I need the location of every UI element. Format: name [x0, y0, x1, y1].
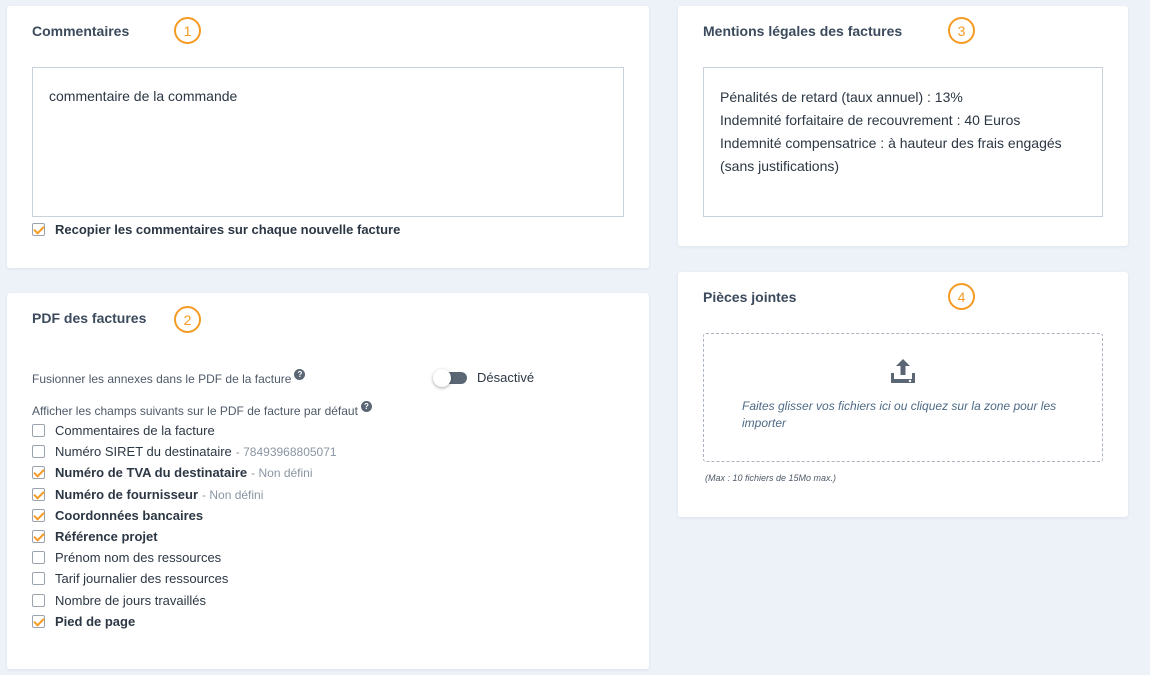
step-badge-4: 4: [948, 283, 975, 310]
pdf-field-checkbox[interactable]: [32, 445, 45, 458]
pdf-field-checkbox[interactable]: [32, 594, 45, 607]
copy-comments-label: Recopier les commentaires sur chaque nou…: [55, 222, 401, 237]
pdf-field-option[interactable]: Coordonnées bancaires: [32, 508, 592, 524]
legal-line: Pénalités de retard (taux annuel) : 13%: [720, 89, 963, 105]
help-icon[interactable]: ?: [294, 369, 306, 380]
pdf-field-label: Pied de page: [55, 614, 135, 629]
pdf-field-label-text: Tarif journalier des ressources: [55, 571, 229, 586]
pdf-field-label-text: Nombre de jours travaillés: [55, 593, 207, 608]
pdf-field-option[interactable]: Nombre de jours travaillés: [32, 593, 592, 609]
file-dropzone[interactable]: Faites glisser vos fichiers ici ou cliqu…: [703, 333, 1103, 462]
display-fields-label: Afficher les champs suivants sur le PDF …: [32, 401, 372, 418]
legal-mentions-title: Mentions légales des factures: [703, 23, 903, 39]
step-badge-2: 2: [174, 306, 201, 333]
dropzone-text-line: importer: [742, 416, 787, 430]
upload-limit-note: (Max : 10 fichiers de 15Mo max.): [705, 473, 837, 483]
dropzone-text: Faites glisser vos fichiers ici ou cliqu…: [742, 398, 1082, 432]
legal-mentions-textarea[interactable]: Pénalités de retard (taux annuel) : 13% …: [703, 67, 1103, 217]
pdf-field-label-text: Commentaires de la facture: [55, 423, 215, 438]
legal-line: (sans justifications): [720, 158, 840, 174]
attachments-card: Pièces jointes 4 Faites glisser vos fich…: [678, 272, 1128, 517]
help-icon[interactable]: ?: [360, 401, 372, 412]
pdf-field-extra: - Non défini: [202, 488, 264, 502]
pdf-field-label-text: Coordonnées bancaires: [55, 508, 204, 523]
pdf-field-checkbox[interactable]: [32, 572, 45, 585]
pdf-field-label-text: Référence projet: [55, 529, 158, 544]
pdf-field-option[interactable]: Tarif journalier des ressources: [32, 571, 592, 587]
pdf-field-label: Numéro de fournisseur - Non défini: [55, 487, 263, 502]
pdf-field-option[interactable]: Numéro SIRET du destinataire - 7849396880…: [32, 444, 592, 460]
merge-annexes-toggle[interactable]: [433, 369, 469, 387]
pdf-field-label: Tarif journalier des ressources: [55, 571, 228, 586]
pdf-field-checkbox[interactable]: [32, 551, 45, 564]
step-badge-3: 3: [948, 17, 975, 44]
pdf-field-option[interactable]: Commentaires de la facture: [32, 423, 592, 439]
pdf-field-option[interactable]: Numéro de TVA du destinataire - Non défin…: [32, 465, 592, 481]
pdf-field-checkbox[interactable]: [32, 424, 45, 437]
upload-icon: [891, 359, 915, 383]
comments-title: Commentaires: [32, 23, 130, 39]
pdf-field-checkbox[interactable]: [32, 615, 45, 628]
legal-mentions-card: Mentions légales des factures 3 Pénalité…: [678, 6, 1128, 246]
pdf-field-label-text: Numéro de TVA du destinataire: [55, 465, 248, 480]
pdf-field-extra: - Non défini: [251, 466, 313, 480]
comments-textarea[interactable]: commentaire de la commande: [32, 67, 624, 217]
copy-comments-option[interactable]: Recopier les commentaires sur chaque nou…: [32, 222, 432, 238]
pdf-field-label: Prénom nom des ressources: [55, 550, 221, 565]
pdf-invoices-card: PDF des factures 2 Fusionner les annexes…: [7, 293, 649, 669]
pdf-field-label: Numéro de TVA du destinataire - Non défin…: [55, 465, 313, 480]
comments-card: Commentaires 1 commentaire de la command…: [7, 6, 649, 268]
legal-line: Indemnité compensatrice : à hauteur des …: [720, 135, 1062, 151]
pdf-field-option[interactable]: Pied de page: [32, 614, 592, 630]
merge-annexes-text: Fusionner les annexes dans le PDF de la …: [32, 372, 292, 386]
pdf-field-label: Référence projet: [55, 529, 158, 544]
attachments-title: Pièces jointes: [703, 289, 797, 305]
display-fields-text: Afficher les champs suivants sur le PDF …: [32, 404, 358, 418]
copy-comments-checkbox[interactable]: [32, 223, 45, 236]
dropzone-text-line: Faites glisser vos fichiers ici ou cliqu…: [742, 399, 1057, 413]
pdf-field-extra: - 78493968805071: [235, 445, 337, 459]
pdf-invoices-title: PDF des factures: [32, 310, 147, 326]
pdf-field-checkbox[interactable]: [32, 509, 45, 522]
pdf-field-label-text: Numéro de fournisseur: [55, 487, 199, 502]
pdf-field-option[interactable]: Prénom nom des ressources: [32, 550, 592, 566]
pdf-field-checkbox[interactable]: [32, 466, 45, 479]
pdf-field-label-text: Pied de page: [55, 614, 136, 629]
step-badge-1: 1: [174, 17, 201, 44]
merge-annexes-label: Fusionner les annexes dans le PDF de la …: [32, 369, 306, 386]
pdf-field-checkbox[interactable]: [32, 530, 45, 543]
pdf-field-label: Coordonnées bancaires: [55, 508, 203, 523]
pdf-field-label: Numéro SIRET du destinataire - 7849396880…: [55, 444, 337, 459]
pdf-field-label: Commentaires de la facture: [55, 423, 215, 438]
merge-annexes-status: Désactivé: [477, 370, 535, 385]
legal-line: Indemnité forfaitaire de recouvrement : …: [720, 112, 1021, 128]
pdf-field-option[interactable]: Référence projet: [32, 529, 592, 545]
pdf-field-label-text: Prénom nom des ressources: [55, 550, 222, 565]
toggle-knob: [433, 369, 451, 387]
pdf-field-option[interactable]: Numéro de fournisseur - Non défini: [32, 487, 592, 503]
pdf-field-checkbox[interactable]: [32, 488, 45, 501]
pdf-field-label: Nombre de jours travaillés: [55, 593, 206, 608]
pdf-field-label-text: Numéro SIRET du destinataire: [55, 444, 232, 459]
